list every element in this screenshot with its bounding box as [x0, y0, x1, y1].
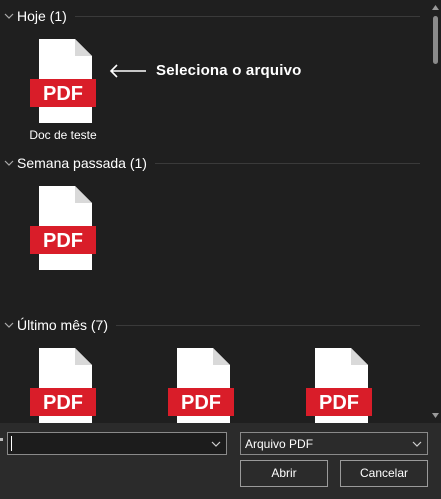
group-label-today: Hoje (1) [17, 8, 67, 24]
group-divider [116, 324, 420, 326]
file-type-select[interactable]: Arquivo PDF [240, 432, 428, 455]
file-item-last-month-3[interactable]: PDF [294, 347, 384, 423]
group-header-last-week[interactable]: Semana passada (1) [0, 152, 420, 174]
pdf-badge-label: PDF [43, 392, 83, 414]
open-button[interactable]: Abrir [240, 460, 328, 487]
group-label-last-week: Semana passada (1) [17, 155, 147, 171]
chevron-down-icon[interactable] [211, 439, 221, 449]
chevron-down-icon[interactable] [412, 439, 422, 449]
filename-label-marker [0, 438, 3, 441]
file-type-value: Arquivo PDF [245, 437, 314, 451]
pdf-file-icon: PDF [30, 186, 96, 270]
vertical-scrollbar[interactable] [430, 0, 441, 423]
filename-combobox[interactable] [7, 432, 227, 455]
file-item-last-month-1[interactable]: PDF [18, 347, 108, 423]
cancel-button[interactable]: Cancelar [340, 460, 428, 487]
file-item-last-month-2[interactable]: PDF [156, 347, 246, 423]
pdf-badge-label: PDF [319, 392, 359, 414]
file-name: Doc de teste [29, 128, 97, 142]
annotation-text: Seleciona o arquivo [156, 62, 302, 79]
pdf-file-icon: PDF [30, 39, 96, 123]
scroll-up-icon[interactable] [431, 3, 440, 13]
chevron-down-icon[interactable] [4, 158, 14, 168]
file-item-doc-de-teste[interactable]: PDF Doc de teste [18, 38, 108, 142]
dialog-footer: Arquivo PDF Abrir Cancelar [0, 423, 441, 499]
scroll-thumb[interactable] [433, 16, 438, 64]
pdf-badge-label: PDF [43, 230, 83, 252]
group-divider [154, 162, 420, 164]
group-divider [74, 15, 420, 17]
chevron-down-icon[interactable] [4, 11, 14, 21]
pdf-file-icon: PDF [30, 348, 96, 423]
pdf-badge-label: PDF [181, 392, 221, 414]
text-caret [11, 436, 12, 451]
annotation: Seleciona o arquivo [108, 62, 302, 79]
pdf-file-icon: PDF [306, 348, 372, 423]
file-list-pane: Hoje (1) PDF Doc de teste Seleciona o ar… [0, 0, 430, 423]
file-item-last-week[interactable]: PDF [18, 185, 108, 271]
group-header-today[interactable]: Hoje (1) [0, 5, 420, 27]
filename-input[interactable] [10, 434, 208, 453]
group-label-last-month: Último mês (7) [17, 317, 109, 333]
group-header-last-month[interactable]: Último mês (7) [0, 314, 420, 336]
chevron-down-icon[interactable] [4, 320, 14, 330]
pdf-file-icon: PDF [168, 348, 234, 423]
scroll-down-icon[interactable] [431, 410, 440, 420]
pdf-badge-label: PDF [43, 83, 83, 105]
arrow-left-icon [109, 63, 146, 78]
